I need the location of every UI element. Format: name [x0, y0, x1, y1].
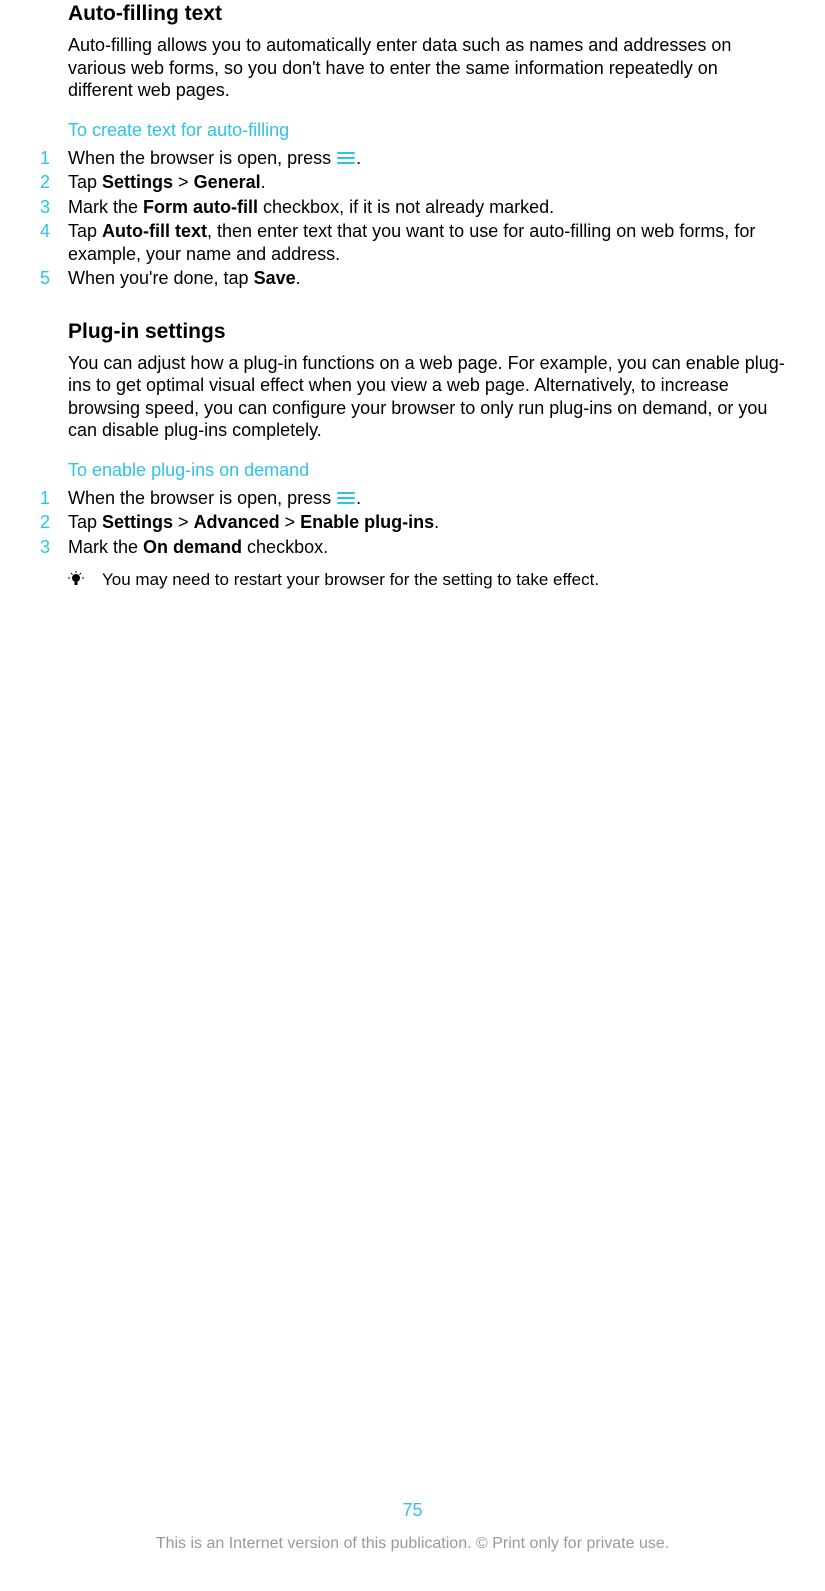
step-number: 3 — [40, 536, 68, 559]
step-bold: General — [194, 172, 261, 192]
tip-text: You may need to restart your browser for… — [102, 570, 599, 590]
step-text: Tap Auto-fill text, then enter text that… — [68, 220, 785, 265]
steps-plugin: 1 When the browser is open, press . 2 Ta… — [68, 487, 785, 559]
step-bold: On demand — [143, 537, 242, 557]
step-number: 1 — [40, 487, 68, 510]
step-suffix: . — [356, 148, 361, 168]
section-body-plugin: You can adjust how a plug-in functions o… — [68, 352, 785, 442]
step-1: 1 When the browser is open, press . — [68, 147, 785, 170]
step-bold: Settings — [102, 172, 173, 192]
step-bold: Settings — [102, 512, 173, 532]
step-part: checkbox, if it is not already marked. — [258, 197, 554, 217]
step-3: 3 Mark the On demand checkbox. — [68, 536, 785, 559]
step-text: Tap Settings > General. — [68, 171, 785, 194]
step-number: 3 — [40, 196, 68, 219]
steps-autofill: 1 When the browser is open, press . 2 Ta… — [68, 147, 785, 290]
menu-icon — [337, 149, 355, 167]
step-text: When the browser is open, press . — [68, 147, 785, 170]
step-number: 2 — [40, 171, 68, 194]
step-2: 2 Tap Settings > General. — [68, 171, 785, 194]
step-number: 1 — [40, 147, 68, 170]
step-part: checkbox. — [242, 537, 328, 557]
step-prefix: When the browser is open, press — [68, 488, 336, 508]
step-part: . — [261, 172, 266, 192]
step-suffix: . — [356, 488, 361, 508]
step-part: > — [173, 172, 194, 192]
step-part: Tap — [68, 221, 102, 241]
step-4: 4 Tap Auto-fill text, then enter text th… — [68, 220, 785, 265]
step-text: Mark the Form auto-fill checkbox, if it … — [68, 196, 785, 219]
step-part: Mark the — [68, 197, 143, 217]
step-number: 2 — [40, 511, 68, 534]
section-body-autofill: Auto-filling allows you to automatically… — [68, 34, 785, 102]
section-heading-plugin: Plug-in settings — [68, 320, 785, 344]
step-part: . — [296, 268, 301, 288]
subheading-create-autofill: To create text for auto-filling — [68, 120, 785, 141]
step-part: > — [280, 512, 301, 532]
lightbulb-icon — [68, 570, 102, 592]
step-3: 3 Mark the Form auto-fill checkbox, if i… — [68, 196, 785, 219]
step-text: When you're done, tap Save. — [68, 267, 785, 290]
step-part: Mark the — [68, 537, 143, 557]
menu-icon — [337, 489, 355, 507]
step-bold: Advanced — [194, 512, 280, 532]
step-number: 5 — [40, 267, 68, 290]
step-2: 2 Tap Settings > Advanced > Enable plug-… — [68, 511, 785, 534]
step-bold: Enable plug-ins — [300, 512, 434, 532]
step-5: 5 When you're done, tap Save. — [68, 267, 785, 290]
step-part: > — [173, 512, 194, 532]
step-part: When you're done, tap — [68, 268, 254, 288]
page-number: 75 — [0, 1500, 825, 1521]
subheading-enable-plugin: To enable plug-ins on demand — [68, 460, 785, 481]
step-number: 4 — [40, 220, 68, 243]
step-part: . — [434, 512, 439, 532]
step-bold: Form auto-fill — [143, 197, 258, 217]
step-bold: Save — [254, 268, 296, 288]
tip: You may need to restart your browser for… — [68, 570, 785, 592]
step-prefix: When the browser is open, press — [68, 148, 336, 168]
step-text: Mark the On demand checkbox. — [68, 536, 785, 559]
section-heading-autofill: Auto-filling text — [68, 2, 785, 26]
step-text: Tap Settings > Advanced > Enable plug-in… — [68, 511, 785, 534]
step-text: When the browser is open, press . — [68, 487, 785, 510]
step-part: Tap — [68, 512, 102, 532]
step-part: Tap — [68, 172, 102, 192]
footer-text: This is an Internet version of this publ… — [0, 1535, 825, 1553]
step-1: 1 When the browser is open, press . — [68, 487, 785, 510]
step-bold: Auto-fill text — [102, 221, 207, 241]
